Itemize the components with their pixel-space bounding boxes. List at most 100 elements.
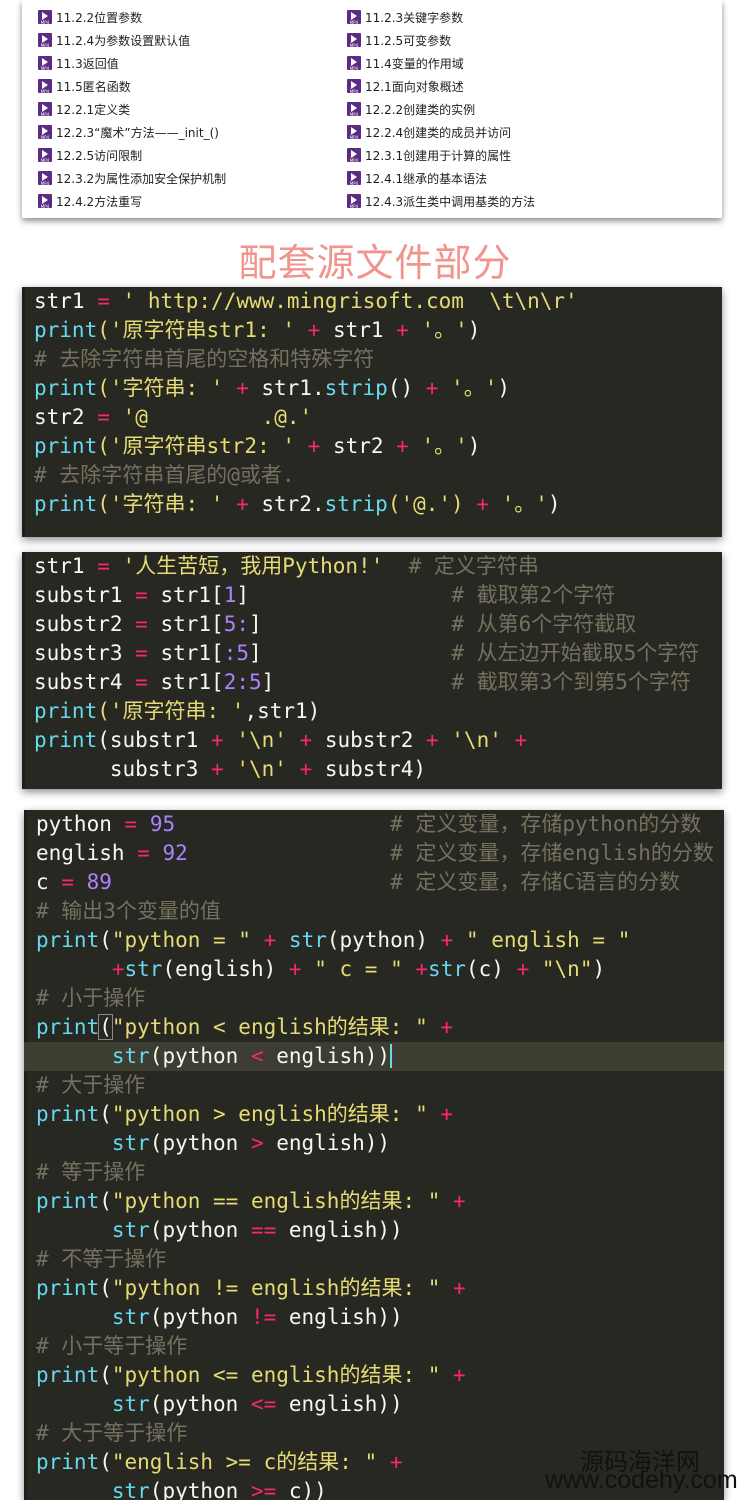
file-item-right[interactable]: 11.2.3关键字参数 (347, 8, 463, 26)
code-line: print('原字符串str1: ' + str1 + '。') (34, 318, 481, 342)
code-line: print("python > english的结果: " + (36, 1102, 454, 1126)
file-item-left[interactable]: 12.2.5访问限制 (38, 146, 142, 164)
file-item-label: 12.2.3“魔术”方法——_init_() (56, 125, 219, 140)
file-list-panel: 11.2.2位置参数 11.2.4为参数设置默认值 11.3返回值 11.5匿名函数 1… (22, 0, 722, 218)
code-line: print('原字符串str2: ' + str2 + '。') (34, 434, 481, 458)
code-block-slice: str1 = '人生苦短，我用Python!' # 定义字符串 substr1 … (22, 552, 722, 789)
code-line: print("english >= c的结果: " + (36, 1450, 403, 1474)
mp4-video-icon (38, 56, 52, 71)
file-item-left[interactable]: 12.2.1定义类 (38, 100, 130, 118)
file-item-right[interactable]: 12.2.2创建类的实例 (347, 100, 475, 118)
mp4-video-icon (38, 125, 52, 140)
code-line: print("python < english的结果: " + (36, 1014, 454, 1040)
mp4-video-icon (347, 33, 361, 48)
watermark-site-url: www.codehy.com (545, 1466, 738, 1494)
file-item-label: 12.2.1定义类 (56, 102, 131, 117)
code-line: str(python >= c)) (111, 1479, 327, 1500)
code-line: print(substr1 + '\n' + substr2 + '\n' + (34, 728, 528, 752)
code-comment: # 去除字符串首尾的@或者. (34, 463, 295, 487)
mp4-video-icon (38, 33, 52, 48)
code-line: c = 89 # 定义变量，存储C语言的分数 (36, 870, 681, 894)
code-comment: # 小于等于操作 (36, 1334, 188, 1358)
code-line: substr2 = str1[5:] # 从第6个字符截取 (34, 612, 637, 636)
file-item-label: 11.2.4为参数设置默认值 (56, 33, 191, 48)
file-item-left[interactable]: 11.3返回值 (38, 54, 119, 72)
file-item-right[interactable]: 11.4变量的作用域 (347, 54, 464, 72)
code-comment: # 等于操作 (36, 1160, 146, 1184)
mp4-video-icon (347, 10, 361, 25)
file-item-right[interactable]: 12.4.3派生类中调用基类的方法 (347, 192, 535, 210)
file-item-label: 11.2.3关键字参数 (365, 10, 464, 25)
code-line: python = 95 # 定义变量，存储python的分数 (36, 812, 702, 836)
code-line: print("python != english的结果: " + (36, 1276, 466, 1300)
code-line: str1 = '人生苦短，我用Python!' # 定义字符串 (34, 554, 539, 578)
file-item-label: 11.2.5可变参数 (365, 33, 452, 48)
file-item-label: 12.4.3派生类中调用基类的方法 (365, 194, 536, 209)
code-line: print('字符串: ' + str2.strip('@.') + '。') (34, 492, 561, 516)
file-item-left[interactable]: 11.5匿名函数 (38, 77, 131, 95)
file-item-label: 12.2.5访问限制 (56, 148, 143, 163)
code-line: substr3 + '\n' + substr4) (109, 757, 426, 781)
file-item-left[interactable]: 11.2.4为参数设置默认值 (38, 31, 190, 49)
file-item-right[interactable]: 12.1面向对象概述 (347, 77, 464, 95)
code-line: str(python != english)) (111, 1305, 403, 1329)
mp4-video-icon (347, 125, 361, 140)
file-item-right[interactable]: 12.3.1创建用于计算的属性 (347, 146, 511, 164)
file-item-label: 11.2.2位置参数 (56, 10, 143, 25)
code-line: print("python <= english的结果: " + (36, 1363, 466, 1387)
mp4-video-icon (347, 56, 361, 71)
file-item-label: 12.2.2创建类的实例 (365, 102, 476, 117)
file-item-left[interactable]: 12.2.3“魔术”方法——_init_() (38, 123, 219, 141)
file-item-label: 12.3.1创建用于计算的属性 (365, 148, 512, 163)
code-comment: # 输出3个变量的值 (36, 899, 221, 923)
code-comment: # 大于操作 (36, 1073, 146, 1097)
file-item-left[interactable]: 12.3.2为属性添加安全保护机制 (38, 169, 226, 187)
code-comment: # 大于等于操作 (36, 1421, 188, 1445)
mp4-video-icon (38, 194, 52, 209)
mp4-video-icon (38, 171, 52, 186)
mp4-video-icon (347, 148, 361, 163)
file-item-right[interactable]: 12.4.1继承的基本语法 (347, 169, 487, 187)
code-line: str(python > english)) (111, 1131, 391, 1155)
code-line: print("python = " + str(python) + " engl… (36, 928, 631, 952)
mp4-video-icon (347, 194, 361, 209)
code-line: substr4 = str1[2:5] # 截取第3个到第5个字符 (34, 670, 691, 694)
file-item-left[interactable]: 11.2.2位置参数 (38, 8, 142, 26)
file-item-right[interactable]: 12.2.4创建类的成员并访问 (347, 123, 511, 141)
section-title: 配套源文件部分 (238, 241, 512, 285)
code-line: english = 92 # 定义变量，存储english的分数 (36, 841, 714, 865)
file-item-label: 12.4.1继承的基本语法 (365, 171, 488, 186)
file-item-left[interactable]: 12.4.2方法重写 (38, 192, 142, 210)
code-line: str(python < english)) (111, 1044, 393, 1068)
code-line: str1 = ' http://www.mingrisoft.com \t\n\… (34, 289, 578, 313)
file-item-label: 12.2.4创建类的成员并访问 (365, 125, 512, 140)
file-item-label: 12.1面向对象概述 (365, 79, 464, 94)
mp4-video-icon (38, 79, 52, 94)
code-line: +str(english) + " c = " +str(c) + "\n") (111, 957, 606, 981)
code-block-compare: python = 95 # 定义变量，存储python的分数 english =… (24, 810, 724, 1500)
file-item-label: 11.4变量的作用域 (365, 56, 464, 71)
file-item-label: 11.3返回值 (56, 56, 119, 71)
code-line: str(python <= english)) (111, 1392, 403, 1416)
code-line: print('字符串: ' + str1.strip() + '。') (34, 376, 510, 400)
code-line: str2 = '@ .@.' (34, 405, 313, 429)
file-item-label: 12.4.2方法重写 (56, 194, 143, 209)
code-block-strip: str1 = ' http://www.mingrisoft.com \t\n\… (22, 287, 722, 537)
code-line: print("python == english的结果: " + (36, 1189, 466, 1213)
code-comment: # 去除字符串首尾的空格和特殊字符 (34, 347, 375, 371)
mp4-video-icon (38, 102, 52, 117)
code-comment: # 小于操作 (36, 986, 146, 1010)
mp4-video-icon (347, 102, 361, 117)
file-item-right[interactable]: 11.2.5可变参数 (347, 31, 451, 49)
code-line: substr3 = str1[:5] # 从左边开始截取5个字符 (34, 641, 700, 665)
mp4-video-icon (38, 10, 52, 25)
code-line: str(python == english)) (111, 1218, 403, 1242)
code-comment: # 不等于操作 (36, 1247, 167, 1271)
file-item-label: 11.5匿名函数 (56, 79, 131, 94)
file-item-label: 12.3.2为属性添加安全保护机制 (56, 171, 227, 186)
mp4-video-icon (347, 79, 361, 94)
code-line: print('原字符串: ',str1) (34, 699, 321, 723)
mp4-video-icon (347, 171, 361, 186)
code-line: substr1 = str1[1] # 截取第2个字符 (34, 583, 616, 607)
mp4-video-icon (38, 148, 52, 163)
